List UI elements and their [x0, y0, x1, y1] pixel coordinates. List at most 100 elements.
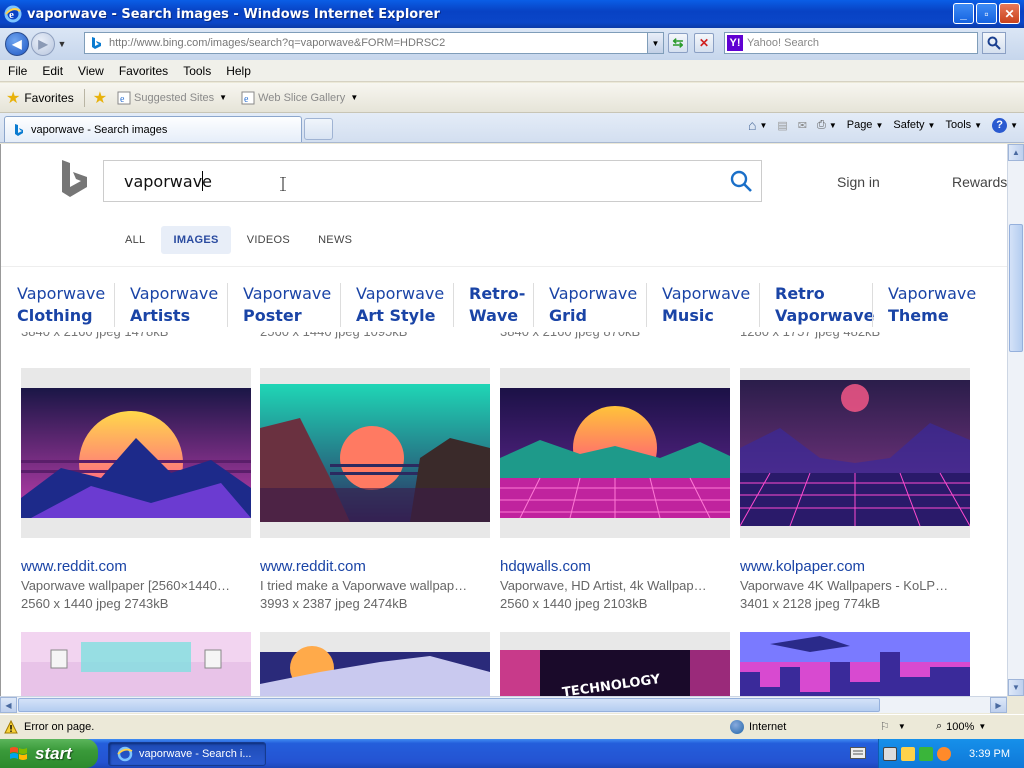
- menu-help[interactable]: Help: [218, 64, 258, 78]
- scope-videos[interactable]: VIDEOS: [235, 226, 302, 254]
- result-source-link[interactable]: www.reddit.com: [260, 558, 366, 575]
- help-button[interactable]: ? ▼: [992, 117, 1018, 133]
- scrollbar-thumb[interactable]: [18, 698, 880, 712]
- menu-view[interactable]: View: [70, 64, 111, 78]
- scope-all[interactable]: ALL: [113, 226, 157, 254]
- page-menu-label: Page: [846, 119, 873, 131]
- menu-edit[interactable]: Edit: [34, 64, 70, 78]
- scroll-right-button[interactable]: ▶: [990, 697, 1007, 713]
- network-icon[interactable]: [919, 746, 933, 761]
- vertical-scrollbar[interactable]: ▲ ▼: [1007, 144, 1024, 696]
- address-dropdown-button[interactable]: ▼: [647, 33, 663, 53]
- sign-in-link[interactable]: Sign in: [837, 174, 880, 190]
- start-button[interactable]: start: [0, 739, 98, 768]
- related-search-item[interactable]: Vaporwave Poster: [243, 283, 331, 327]
- tab-vaporwave[interactable]: vaporwave - Search images: [4, 116, 302, 142]
- result-description[interactable]: I tried make a Vaporwave wallpap…: [260, 578, 490, 593]
- safety-menu-button[interactable]: Safety ▼: [893, 119, 935, 131]
- security-zone[interactable]: Internet: [730, 720, 786, 734]
- result-thumbnail[interactable]: [740, 632, 970, 696]
- vaporwave-technology-image: TECHNOLOGY: [500, 650, 730, 696]
- search-tray-icon[interactable]: [937, 746, 951, 761]
- add-to-favorites-bar-icon[interactable]: ★: [93, 88, 107, 108]
- suggested-sites-button[interactable]: e Suggested Sites ▼: [117, 91, 227, 105]
- security-shield-icon[interactable]: [901, 746, 915, 761]
- result-thumbnail[interactable]: [260, 632, 490, 696]
- result-thumbnail[interactable]: [740, 368, 970, 538]
- protected-mode-indicator[interactable]: ⚐ ▼: [880, 720, 906, 733]
- system-tray: 3:39 PM: [878, 739, 1024, 768]
- refresh-button[interactable]: ⇆: [668, 33, 688, 53]
- address-bar[interactable]: http://www.bing.com/images/search?q=vapo…: [84, 32, 664, 54]
- scroll-left-button[interactable]: ◀: [0, 697, 17, 713]
- result-source-link[interactable]: www.kolpaper.com: [740, 558, 865, 575]
- scroll-up-button[interactable]: ▲: [1008, 144, 1024, 161]
- maximize-button[interactable]: ▫: [976, 3, 997, 24]
- home-button[interactable]: ⌂ ▼: [748, 117, 767, 133]
- clock[interactable]: 3:39 PM: [969, 748, 1010, 760]
- result-thumbnail[interactable]: [21, 632, 251, 696]
- print-button[interactable]: ⎙ ▼: [817, 119, 837, 132]
- menu-file[interactable]: File: [0, 64, 34, 78]
- back-button[interactable]: ◀: [5, 32, 29, 56]
- related-search-item[interactable]: Retro- Wave: [469, 283, 525, 327]
- provider-search-button[interactable]: [982, 32, 1006, 54]
- favorites-star-icon: ★: [6, 89, 21, 107]
- page-menu-button[interactable]: Page ▼: [847, 119, 884, 131]
- read-mail-button[interactable]: ✉: [798, 119, 807, 132]
- tray-app-icon[interactable]: [883, 746, 897, 761]
- scrollbar-thumb[interactable]: [1009, 224, 1023, 352]
- status-message[interactable]: Error on page.: [24, 721, 94, 733]
- zoom-icon: ⌕: [936, 720, 943, 732]
- result-thumbnail[interactable]: [500, 368, 730, 538]
- stop-button[interactable]: ✕: [694, 33, 714, 53]
- scope-tabs: ALL IMAGES VIDEOS NEWS: [113, 226, 368, 254]
- related-search-item[interactable]: Vaporwave Art Style: [356, 283, 444, 327]
- feeds-button[interactable]: ▤: [777, 119, 787, 132]
- recent-pages-dropdown[interactable]: ▼: [55, 39, 69, 49]
- favorites-button[interactable]: ★ Favorites: [6, 88, 74, 108]
- divider: [114, 283, 115, 327]
- warning-icon[interactable]: [4, 720, 18, 734]
- related-search-item[interactable]: Vaporwave Grid: [549, 283, 637, 327]
- close-button[interactable]: ✕: [999, 3, 1020, 24]
- result-description[interactable]: Vaporwave, HD Artist, 4k Wallpap…: [500, 578, 730, 593]
- favorites-bar: ★ Favorites ★ e Suggested Sites ▼ e Web …: [0, 83, 1024, 113]
- safety-menu-label: Safety: [893, 119, 925, 131]
- related-search-item[interactable]: Vaporwave Artists: [130, 283, 218, 327]
- result-thumbnail[interactable]: TECHNOLOGY: [500, 632, 730, 696]
- related-search-item[interactable]: Vaporwave Music: [662, 283, 750, 327]
- taskbar-button-ie[interactable]: vaporwave - Search i...: [108, 742, 266, 766]
- minimize-button[interactable]: _: [953, 3, 974, 24]
- navigation-bar: ◀ ▶ ▼ http://www.bing.com/images/search?…: [0, 28, 1024, 60]
- tools-menu-button[interactable]: Tools ▼: [945, 119, 982, 131]
- windows-flag-icon: [10, 746, 27, 760]
- menu-favorites[interactable]: Favorites: [111, 64, 175, 78]
- bing-search-input[interactable]: vaporwave: [103, 160, 762, 202]
- search-icon[interactable]: [729, 169, 753, 193]
- provider-search-input[interactable]: Y! Yahoo! Search: [724, 32, 978, 54]
- scope-images[interactable]: IMAGES: [161, 226, 231, 254]
- related-search-item[interactable]: Retro Vaporwave: [775, 283, 875, 327]
- new-tab-button[interactable]: [304, 118, 333, 140]
- forward-button[interactable]: ▶: [31, 32, 55, 56]
- rewards-link[interactable]: Rewards: [952, 174, 1007, 190]
- result-source-link[interactable]: hdqwalls.com: [500, 558, 591, 575]
- result-description[interactable]: Vaporwave wallpaper [2560×1440…: [21, 578, 251, 593]
- globe-icon: [730, 720, 744, 734]
- menu-tools[interactable]: Tools: [175, 64, 218, 78]
- result-source-link[interactable]: www.reddit.com: [21, 558, 127, 575]
- result-thumbnail[interactable]: [260, 368, 490, 538]
- scope-news[interactable]: NEWS: [306, 226, 364, 254]
- web-slice-gallery-button[interactable]: e Web Slice Gallery ▼: [241, 91, 358, 105]
- keyboard-icon[interactable]: [850, 747, 866, 759]
- divider: [759, 283, 760, 327]
- zoom-control[interactable]: ⌕ 100% ▼: [936, 720, 986, 733]
- result-description[interactable]: Vaporwave 4K Wallpapers - KoLP…: [740, 578, 970, 593]
- horizontal-scrollbar[interactable]: ◀ ▶: [0, 696, 1007, 713]
- related-search-item[interactable]: Vaporwave Clothing: [17, 283, 105, 327]
- result-thumbnail[interactable]: [21, 368, 251, 538]
- related-search-item[interactable]: Vaporwave Theme: [888, 283, 976, 327]
- scroll-down-button[interactable]: ▼: [1008, 679, 1024, 696]
- bing-logo-icon[interactable]: [59, 160, 89, 200]
